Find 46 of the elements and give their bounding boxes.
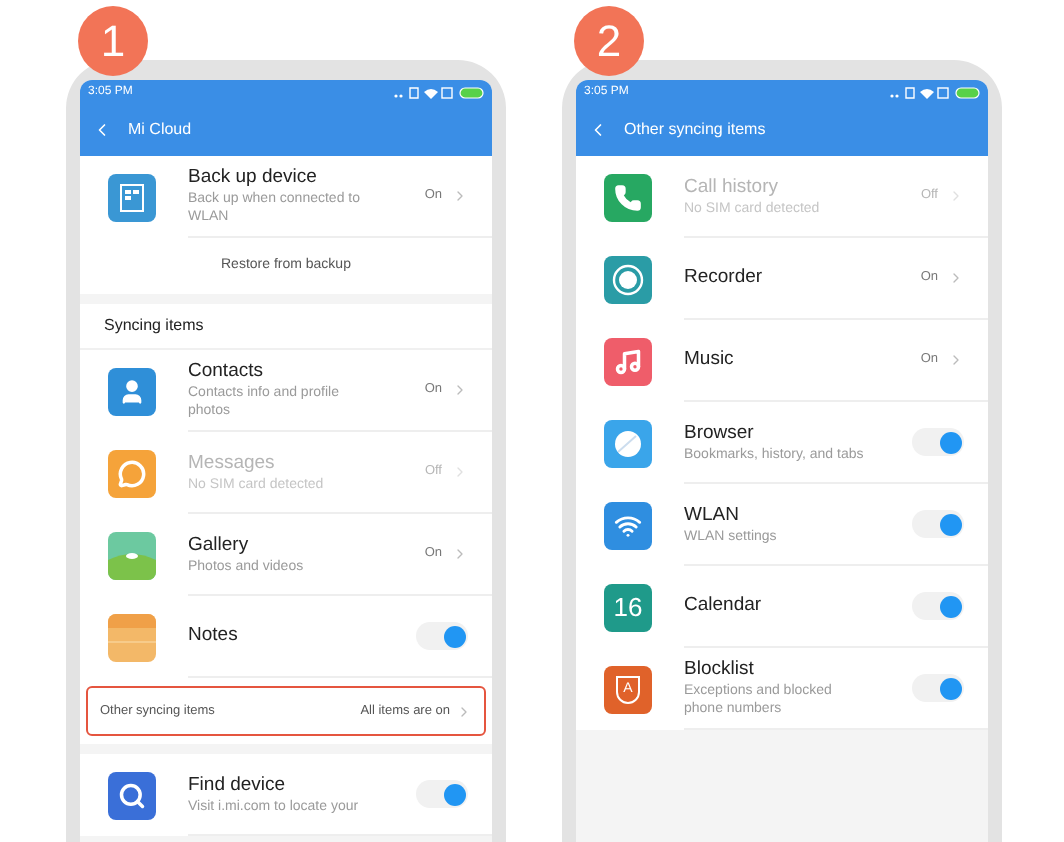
section-header: Syncing items <box>104 314 204 338</box>
chevron-icon <box>452 546 468 562</box>
status-icons <box>888 85 980 99</box>
wifi-icon <box>614 511 642 539</box>
chevron-icon <box>452 382 468 398</box>
search-icon <box>118 781 146 809</box>
item-title: Gallery <box>188 533 251 557</box>
grid-icon <box>120 183 144 211</box>
chevron-icon <box>452 464 468 480</box>
screen-title: Other syncing items <box>624 118 766 142</box>
item-title: Music <box>684 348 736 372</box>
calendar-date: 16 <box>613 594 643 620</box>
toggle-switch[interactable] <box>416 780 468 808</box>
status-icons <box>392 85 484 99</box>
item-title: WLAN <box>684 503 741 527</box>
item-title: Blocklist <box>684 658 756 682</box>
toggle-switch[interactable] <box>912 428 964 456</box>
chat-bubble-icon <box>118 459 146 487</box>
item-title: Browser <box>684 421 756 445</box>
chevron-icon <box>948 352 964 368</box>
music-note-icon <box>614 347 642 375</box>
item-title: Messages <box>188 451 277 475</box>
chevron-icon <box>948 270 964 286</box>
step-badge: 1 <box>78 6 148 76</box>
person-icon <box>118 377 146 405</box>
item-title: Calendar <box>684 594 764 618</box>
item-title: Notes <box>188 624 240 648</box>
toggle-switch[interactable] <box>416 622 468 650</box>
chevron-icon <box>456 703 472 719</box>
globe-icon <box>614 429 642 457</box>
screen-title: Mi Cloud <box>128 118 192 142</box>
toggle-switch[interactable] <box>912 510 964 538</box>
item-title: Contacts <box>188 360 265 384</box>
phone-icon <box>614 183 642 211</box>
toggle-switch[interactable] <box>912 592 964 620</box>
record-icon <box>612 263 644 295</box>
notepad-icon <box>108 613 156 643</box>
item-title: Find device <box>188 773 288 797</box>
toggle-switch[interactable] <box>912 674 964 702</box>
landscape-icon <box>108 551 156 579</box>
chevron-icon <box>452 188 468 204</box>
item-title: Call history <box>684 175 780 199</box>
item-title: Back up device <box>188 166 319 190</box>
item-title: Recorder <box>684 266 765 290</box>
chevron-icon <box>948 188 964 204</box>
step-badge: 2 <box>574 6 644 76</box>
